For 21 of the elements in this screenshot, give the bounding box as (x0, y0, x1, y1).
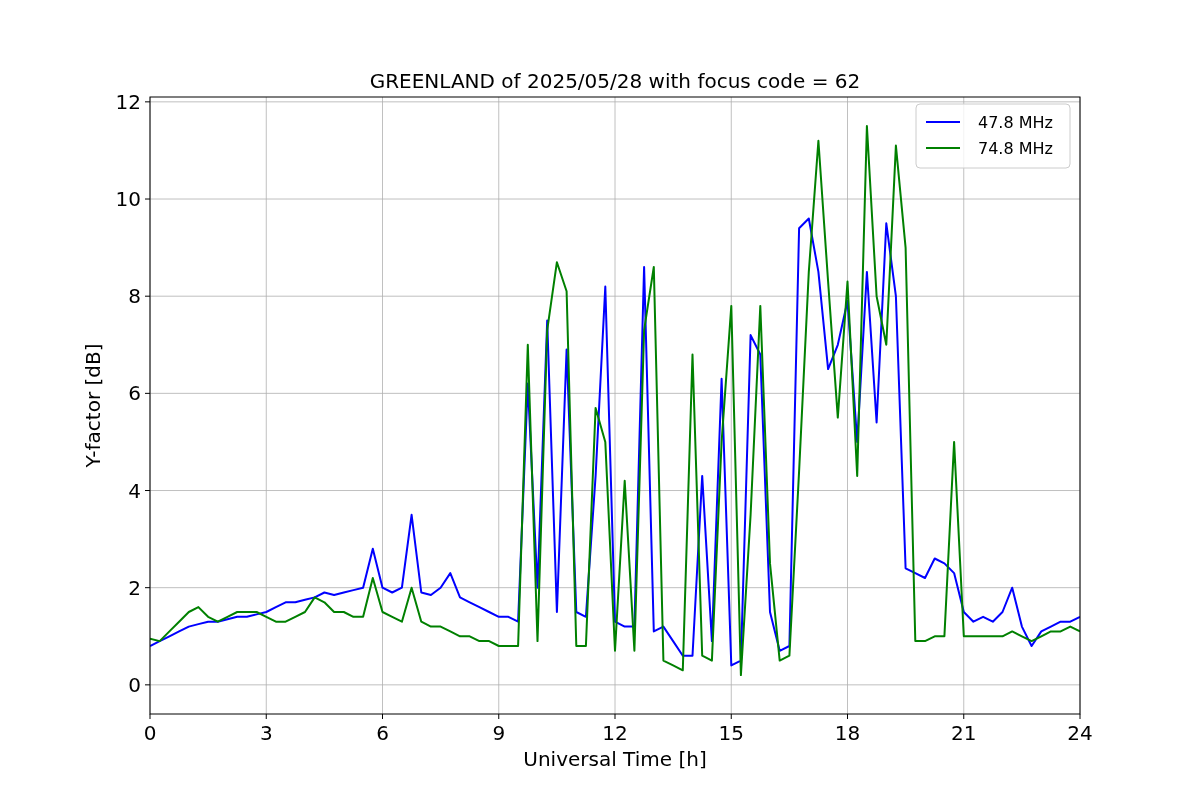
tick-label: 0 (128, 672, 141, 697)
tick-label: 4 (128, 478, 141, 503)
legend-label: 47.8 MHz (978, 113, 1053, 132)
tick-label: 10 (115, 187, 141, 211)
tick-label: 0 (143, 721, 157, 745)
chart-title: GREENLAND of 2025/05/28 with focus code = 62 (369, 69, 861, 93)
tick-label: 21 (951, 721, 977, 745)
tick-label: 9 (492, 721, 506, 745)
axis-label: Y-factor [dB] (81, 343, 105, 468)
tick-label: 15 (718, 721, 744, 745)
tick-label: 6 (376, 721, 389, 745)
tick-label: 12 (115, 89, 141, 114)
tick-label: 12 (602, 721, 628, 745)
tick-label: 18 (834, 721, 861, 745)
legend-label: 74.8 MHz (978, 139, 1053, 158)
tick-label: 3 (259, 721, 273, 745)
tick-label: 24 (1067, 721, 1093, 745)
tick-label: 2 (128, 575, 141, 600)
tick-label: 8 (128, 284, 141, 309)
axis-label: Universal Time [h] (523, 747, 707, 771)
tick-label: 6 (128, 381, 141, 406)
